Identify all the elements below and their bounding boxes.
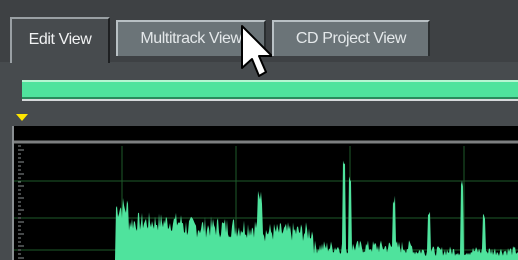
waveform-trace bbox=[114, 160, 518, 260]
mouse-pointer-icon bbox=[241, 25, 272, 77]
tab-edit-view[interactable]: Edit View bbox=[10, 17, 110, 63]
tab-cd-project-view[interactable]: CD Project View bbox=[272, 20, 430, 56]
waveform-shape bbox=[114, 160, 518, 260]
overview-divider bbox=[22, 99, 518, 101]
waveform-display[interactable] bbox=[12, 126, 518, 260]
ruler-ticks bbox=[18, 145, 24, 259]
triangle-marker-icon[interactable] bbox=[16, 114, 28, 121]
waveform-canvas bbox=[14, 140, 518, 260]
